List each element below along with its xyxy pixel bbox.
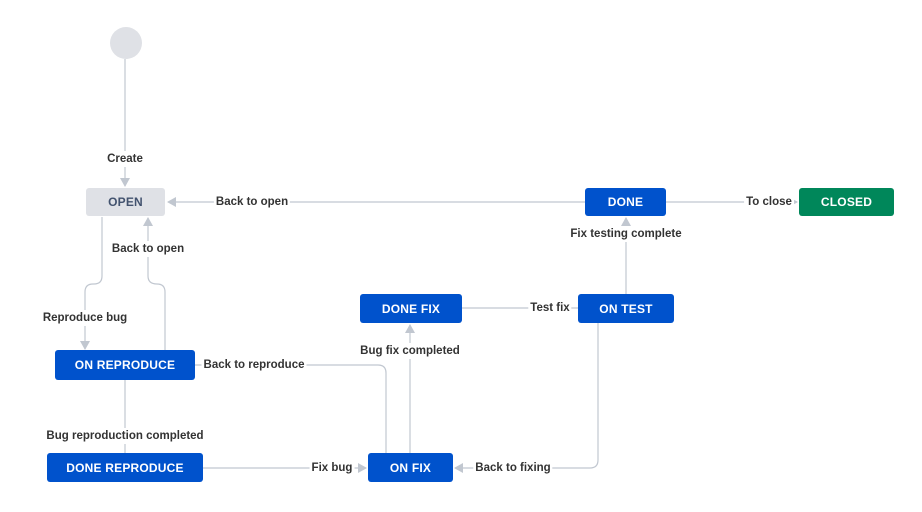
transition-fix-testing-complete[interactable]: Fix testing complete xyxy=(568,226,684,242)
transition-test-fix[interactable]: Test fix xyxy=(528,300,572,316)
transition-back-to-fixing[interactable]: Back to fixing xyxy=(473,460,553,476)
transition-create[interactable]: Create xyxy=(105,151,145,167)
status-on-reproduce[interactable]: ON REPRODUCE xyxy=(55,350,195,380)
status-closed[interactable]: CLOSED xyxy=(799,188,894,216)
transition-back-to-open-from-reproduce[interactable]: Back to open xyxy=(109,241,187,257)
transition-fix-bug[interactable]: Fix bug xyxy=(309,460,355,476)
status-on-test[interactable]: ON TEST xyxy=(578,294,674,323)
status-done-fix[interactable]: DONE FIX xyxy=(360,294,462,323)
status-open[interactable]: OPEN xyxy=(86,188,165,216)
transition-reproduce-bug[interactable]: Reproduce bug xyxy=(40,310,130,326)
connector-back-to-open-from-reproduce xyxy=(143,217,166,350)
connector-back-to-reproduce xyxy=(195,364,387,453)
connector-back-to-fixing xyxy=(454,323,599,473)
connector-reproduce-bug xyxy=(80,217,103,350)
transition-to-close[interactable]: To close xyxy=(744,194,794,210)
status-done[interactable]: DONE xyxy=(585,188,666,216)
transition-back-to-reproduce[interactable]: Back to reproduce xyxy=(201,357,307,373)
start-node xyxy=(110,27,142,59)
workflow-diagram: OPEN DONE CLOSED DONE FIX ON TEST ON REP… xyxy=(0,0,922,512)
transition-bug-reproduction-completed[interactable]: Bug reproduction completed xyxy=(44,428,206,444)
transition-bug-fix-completed[interactable]: Bug fix completed xyxy=(358,343,462,359)
status-done-reproduce[interactable]: DONE REPRODUCE xyxy=(47,453,203,482)
status-on-fix[interactable]: ON FIX xyxy=(368,453,453,482)
transition-back-to-open-from-done[interactable]: Back to open xyxy=(213,194,291,210)
